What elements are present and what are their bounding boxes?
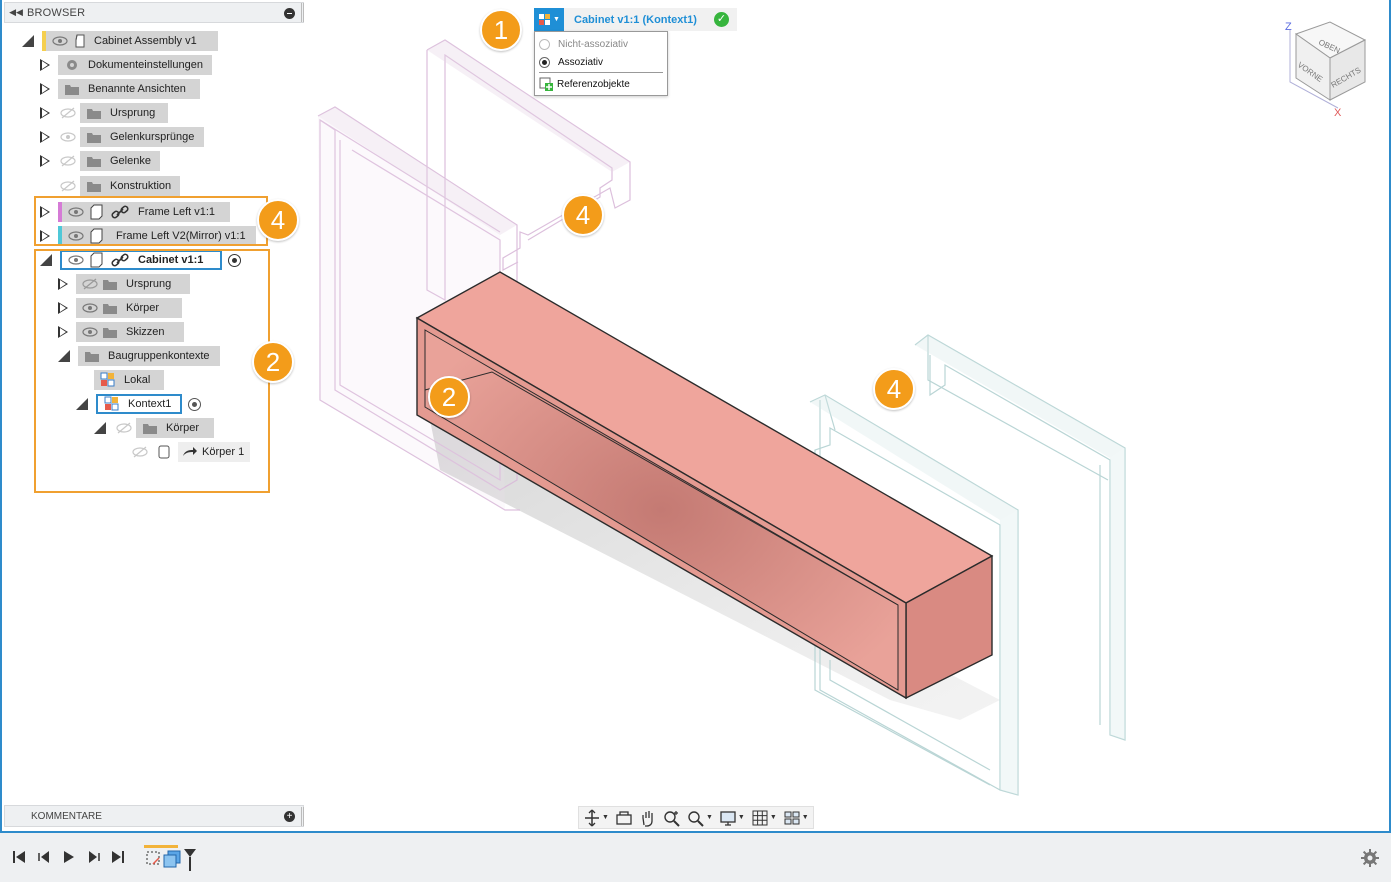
- panel-resize-handle[interactable]: [301, 3, 304, 22]
- zoom-icon[interactable]: [663, 808, 681, 828]
- gear-icon: [62, 55, 82, 75]
- menu-item-label: Referenzobjekte: [557, 78, 630, 90]
- axis-z-label: Z: [1285, 21, 1292, 33]
- tree-row-construction[interactable]: Konstruktion: [58, 176, 180, 196]
- go-to-end-icon[interactable]: [111, 848, 125, 866]
- tree-item-joints[interactable]: Gelenke: [80, 151, 160, 171]
- pan-icon[interactable]: [639, 808, 657, 828]
- collapsed-arrow-icon[interactable]: [40, 83, 50, 95]
- display-settings-icon[interactable]: ▼: [719, 808, 745, 828]
- tree-label: Benannte Ansichten: [88, 83, 186, 95]
- hidden-eye-icon[interactable]: [58, 176, 78, 196]
- context-title: Cabinet v1:1 (Kontext1): [574, 13, 697, 26]
- go-to-start-icon[interactable]: [12, 848, 26, 866]
- hidden-eye-icon[interactable]: [58, 103, 78, 123]
- radio-icon[interactable]: [539, 38, 550, 50]
- annotation-box-cabinet: [34, 249, 270, 493]
- menu-item-label: Assoziativ: [558, 56, 604, 68]
- context-icon: [539, 13, 551, 25]
- callout-badge-4-right-frame: 4: [873, 368, 915, 410]
- tree-row-joints[interactable]: Gelenke: [40, 151, 160, 171]
- step-forward-icon[interactable]: [87, 848, 101, 866]
- callout-badge-2-browser: 2: [252, 341, 294, 383]
- chevron-down-icon: ▼: [553, 16, 560, 23]
- tree-row-root[interactable]: Cabinet Assembly v1: [22, 31, 218, 51]
- folder-icon: [84, 103, 104, 123]
- tree-row-origin[interactable]: Ursprung: [40, 103, 168, 123]
- assembly-icon: [70, 31, 90, 51]
- viewports-icon[interactable]: ▼: [783, 808, 809, 828]
- axis-x-label: X: [1334, 107, 1342, 119]
- look-at-icon[interactable]: [615, 808, 633, 828]
- fusion-app-window: OBEN VORNE RECHTS Z X ◀◀ BROWSER Cabinet…: [0, 0, 1391, 882]
- callout-badge-1: 1: [480, 9, 522, 51]
- tree-label: Dokumenteinstellungen: [88, 59, 203, 71]
- navigation-toolbar: ▼ ▼ ▼ ▼ ▼: [578, 806, 814, 829]
- context-dropdown-button[interactable]: ▼: [534, 8, 564, 31]
- tree-label: Ursprung: [110, 107, 156, 119]
- tree-label: Cabinet Assembly v1: [94, 35, 197, 47]
- browser-panel-header: ◀◀ BROWSER: [4, 2, 304, 23]
- fit-icon[interactable]: ▼: [687, 808, 713, 828]
- menu-item-associative[interactable]: Assoziativ: [539, 53, 603, 71]
- expand-arrow-icon[interactable]: [22, 35, 34, 47]
- play-icon[interactable]: [62, 848, 76, 866]
- tree-label: Gelenke: [110, 155, 151, 167]
- add-reference-icon: [539, 77, 553, 91]
- collapsed-arrow-icon[interactable]: [40, 131, 50, 143]
- tree-row-doc-settings[interactable]: Dokumenteinstellungen: [40, 55, 212, 75]
- callout-badge-4-left-frame: 4: [562, 194, 604, 236]
- collapsed-arrow-icon[interactable]: [40, 59, 50, 71]
- context-bar: ▼ Cabinet v1:1 (Kontext1) ✓: [534, 8, 737, 31]
- tree-item-joint-origins[interactable]: Gelenkursprünge: [80, 127, 204, 147]
- collapsed-arrow-icon[interactable]: [40, 107, 50, 119]
- menu-item-label: Nicht-assoziativ: [558, 38, 629, 50]
- minimize-panel-icon[interactable]: [284, 8, 295, 19]
- timeline-feature-context[interactable]: [144, 845, 196, 876]
- grid-icon[interactable]: ▼: [751, 808, 777, 828]
- tree-label: Gelenkursprünge: [110, 131, 195, 143]
- menu-item-reference-objects[interactable]: Referenzobjekte: [539, 75, 630, 93]
- add-comment-icon[interactable]: +: [284, 811, 295, 822]
- callout-badge-2-viewport: 2: [428, 376, 470, 418]
- panel-resize-handle[interactable]: [301, 807, 304, 826]
- comments-title: KOMMENTARE: [31, 810, 102, 822]
- check-circle-icon: ✓: [714, 12, 729, 27]
- comments-panel-header[interactable]: KOMMENTARE +: [4, 805, 304, 827]
- tree-item-doc-settings[interactable]: Dokumenteinstellungen: [58, 55, 212, 75]
- hidden-eye-icon[interactable]: [58, 151, 78, 171]
- menu-divider: [539, 72, 663, 73]
- annotation-box-frames: [34, 196, 268, 246]
- step-back-icon[interactable]: [37, 848, 51, 866]
- tree-item-named-views[interactable]: Benannte Ansichten: [58, 79, 200, 99]
- folder-icon: [84, 151, 104, 171]
- timeline-settings-gear-icon[interactable]: [1361, 849, 1379, 872]
- callout-badge-4-browser: 4: [257, 199, 299, 241]
- tree-item-root[interactable]: Cabinet Assembly v1: [42, 31, 218, 51]
- context-menu: Nicht-assoziativ Assoziativ Referenzobje…: [534, 31, 668, 96]
- visibility-eye-icon[interactable]: [50, 31, 70, 51]
- folder-icon: [62, 79, 82, 99]
- timeline-bar: [0, 833, 1391, 882]
- folder-icon: [84, 176, 104, 196]
- collapsed-arrow-icon[interactable]: [40, 155, 50, 167]
- visibility-eye-icon[interactable]: [58, 127, 78, 147]
- tree-row-joint-origins[interactable]: Gelenkursprünge: [40, 127, 204, 147]
- tree-label: Konstruktion: [110, 180, 172, 192]
- menu-item-non-associative[interactable]: Nicht-assoziativ: [539, 35, 628, 53]
- tree-item-origin[interactable]: Ursprung: [80, 103, 168, 123]
- collapse-panel-icon[interactable]: ◀◀: [5, 7, 27, 18]
- radio-selected-icon[interactable]: [539, 56, 550, 68]
- tree-row-named-views[interactable]: Benannte Ansichten: [40, 79, 200, 99]
- folder-icon: [84, 127, 104, 147]
- orbit-icon[interactable]: ▼: [583, 808, 609, 828]
- view-cube[interactable]: OBEN VORNE RECHTS Z X: [1285, 21, 1367, 119]
- browser-title: BROWSER: [27, 6, 86, 19]
- tree-item-construction[interactable]: Konstruktion: [80, 176, 180, 196]
